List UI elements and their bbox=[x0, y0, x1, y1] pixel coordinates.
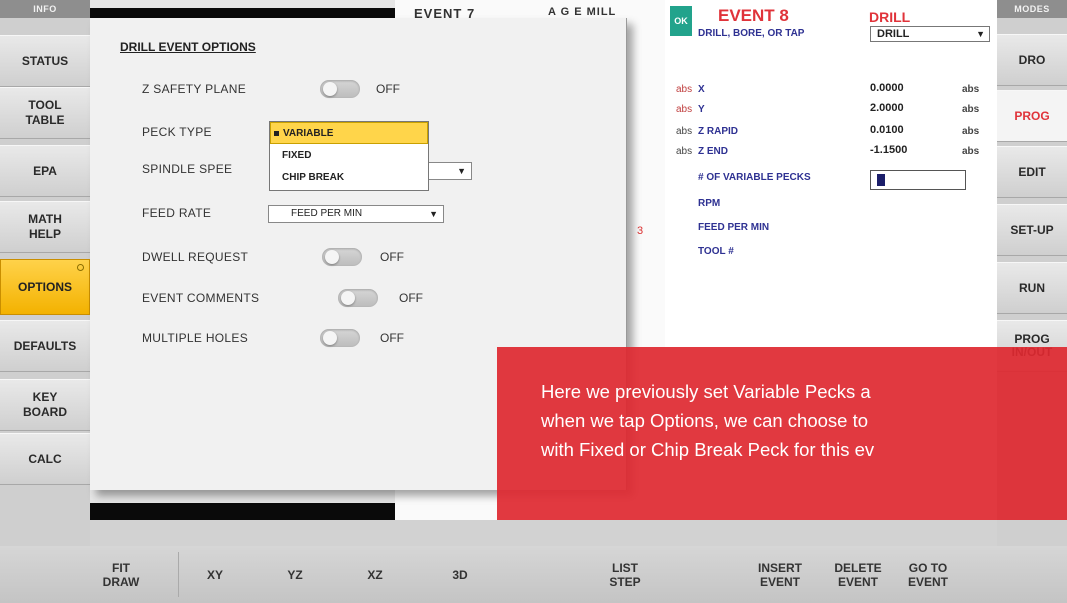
epa-button[interactable]: EPA bbox=[0, 145, 90, 197]
dro-button[interactable]: DRO bbox=[997, 34, 1067, 86]
dwell-request-state: OFF bbox=[380, 250, 404, 264]
feed-per-min-label: FEED PER MIN bbox=[698, 222, 770, 233]
callout-text: Here we previously set Variable Pecks a … bbox=[541, 377, 1067, 464]
event-comments-label: EVENT COMMENTS bbox=[142, 291, 260, 305]
options-button[interactable]: OPTIONS bbox=[0, 259, 90, 315]
y-value[interactable]: 2.0000 bbox=[870, 102, 904, 114]
3d-button[interactable]: 3D bbox=[435, 546, 485, 603]
multiple-holes-toggle[interactable] bbox=[320, 329, 360, 347]
options-button-label: OPTIONS bbox=[17, 279, 72, 294]
chevron-down-icon: ▼ bbox=[429, 209, 438, 219]
x-abs-unit: abs bbox=[962, 84, 980, 95]
feed-rate-label: FEED RATE bbox=[142, 206, 212, 220]
bottom-toolbar: FIT DRAW XY YZ XZ 3D LIST STEP INSERT EV… bbox=[0, 546, 1067, 603]
x-value[interactable]: 0.0000 bbox=[870, 82, 904, 94]
text-cursor bbox=[877, 174, 885, 186]
z-rapid-value[interactable]: 0.0100 bbox=[870, 124, 904, 136]
event-comments-state: OFF bbox=[399, 291, 423, 305]
toggle-knob bbox=[325, 250, 339, 264]
toggle-knob bbox=[323, 331, 337, 345]
graphics-bottom-bar bbox=[90, 503, 395, 520]
callout-line-3: with Fixed or Chip Break Peck for this e… bbox=[541, 439, 875, 460]
xz-button[interactable]: XZ bbox=[350, 546, 400, 603]
feed-rate-select[interactable]: FEED PER MIN ▼ bbox=[268, 205, 444, 223]
feed-rate-value: FEED PER MIN bbox=[291, 208, 363, 219]
z-end-value[interactable]: -1.1500 bbox=[870, 144, 907, 156]
toolbar-separator bbox=[178, 552, 179, 597]
operation-label: DRILL, BORE, OR TAP bbox=[698, 28, 805, 39]
z-rapid-abs-flag: abs bbox=[676, 126, 693, 137]
peck-option-chip-break[interactable]: CHIP BREAK bbox=[270, 167, 428, 189]
calc-button[interactable]: CALC bbox=[0, 433, 90, 485]
z-safety-plane-label: Z SAFETY PLANE bbox=[142, 82, 247, 96]
toggle-knob bbox=[323, 82, 337, 96]
z-end-abs-unit: abs bbox=[962, 146, 980, 157]
fit-draw-button[interactable]: FIT DRAW bbox=[96, 546, 146, 603]
z-rapid-abs-unit: abs bbox=[962, 126, 980, 137]
event-type: DRILL bbox=[869, 9, 911, 25]
tool-table-button[interactable]: TOOL TABLE bbox=[0, 87, 90, 139]
callout-line-1: Here we previously set Variable Pecks a bbox=[541, 381, 871, 402]
background-red-fragment: 3 bbox=[637, 225, 644, 237]
toggle-knob bbox=[341, 291, 355, 305]
peck-option-variable-label: VARIABLE bbox=[283, 128, 334, 139]
chevron-down-icon: ▼ bbox=[976, 29, 985, 39]
operation-select-value: DRILL bbox=[877, 28, 910, 40]
callout-line-2: when we tap Options, we can choose to bbox=[541, 410, 869, 431]
event-comments-toggle[interactable] bbox=[338, 289, 378, 307]
run-button[interactable]: RUN bbox=[997, 262, 1067, 314]
z-end-label: Z END bbox=[698, 146, 728, 157]
event-title: EVENT 8 bbox=[718, 6, 789, 25]
dwell-request-toggle[interactable] bbox=[322, 248, 362, 266]
status-button[interactable]: STATUS bbox=[0, 35, 90, 87]
peck-type-label: PECK TYPE bbox=[142, 125, 212, 139]
peck-option-variable[interactable]: VARIABLE bbox=[270, 122, 428, 144]
spindle-speed-label: SPINDLE SPEE bbox=[142, 162, 233, 176]
insert-event-button[interactable]: INSERT EVENT bbox=[750, 546, 810, 603]
dialog-title: DRILL EVENT OPTIONS bbox=[120, 40, 256, 54]
z-safety-plane-toggle[interactable] bbox=[320, 80, 360, 98]
setup-button[interactable]: SET-UP bbox=[997, 204, 1067, 256]
info-header: INFO bbox=[0, 0, 90, 18]
variable-pecks-input[interactable] bbox=[870, 170, 966, 190]
list-step-button[interactable]: LIST STEP bbox=[595, 546, 655, 603]
defaults-button[interactable]: DEFAULTS bbox=[0, 320, 90, 372]
tool-number-label: TOOL # bbox=[698, 246, 734, 257]
math-help-button[interactable]: MATH HELP bbox=[0, 201, 90, 253]
y-label: Y bbox=[698, 104, 705, 115]
keyboard-button[interactable]: KEY BOARD bbox=[0, 379, 90, 431]
xy-button[interactable]: XY bbox=[190, 546, 240, 603]
y-abs-flag: abs bbox=[676, 104, 693, 115]
tutorial-callout: Here we previously set Variable Pecks a … bbox=[497, 347, 1067, 520]
rpm-label: RPM bbox=[698, 198, 721, 209]
peck-option-fixed[interactable]: FIXED bbox=[270, 145, 428, 167]
operation-select[interactable]: DRILL ▼ bbox=[870, 26, 990, 42]
variable-pecks-label: # OF VARIABLE PECKS bbox=[698, 172, 811, 183]
prog-button[interactable]: PROG bbox=[997, 90, 1067, 142]
yz-button[interactable]: YZ bbox=[270, 546, 320, 603]
go-to-event-button[interactable]: GO TO EVENT bbox=[898, 546, 958, 603]
options-indicator-icon bbox=[77, 264, 84, 271]
delete-event-button[interactable]: DELETE EVENT bbox=[828, 546, 888, 603]
y-abs-unit: abs bbox=[962, 104, 980, 115]
x-label: X bbox=[698, 84, 705, 95]
peck-type-dropdown-menu[interactable]: VARIABLE FIXED CHIP BREAK bbox=[269, 121, 429, 191]
chevron-down-icon: ▼ bbox=[457, 166, 466, 176]
dwell-request-label: DWELL REQUEST bbox=[142, 250, 249, 264]
multiple-holes-label: MULTIPLE HOLES bbox=[142, 331, 249, 345]
status-strip bbox=[90, 520, 997, 546]
edit-button[interactable]: EDIT bbox=[997, 146, 1067, 198]
z-end-abs-flag: abs bbox=[676, 146, 693, 157]
x-abs-flag: abs bbox=[676, 84, 693, 95]
selected-bullet-icon bbox=[274, 131, 279, 136]
modes-header: MODES bbox=[997, 0, 1067, 18]
info-sidebar: INFO STATUS TOOL TABLE EPA MATH HELP OPT… bbox=[0, 0, 90, 603]
z-safety-plane-state: OFF bbox=[376, 82, 400, 96]
background-event-type: A G E MILL bbox=[548, 6, 617, 18]
z-rapid-label: Z RAPID bbox=[698, 126, 738, 137]
multiple-holes-state: OFF bbox=[380, 331, 404, 345]
ok-button[interactable]: OK bbox=[670, 6, 692, 36]
